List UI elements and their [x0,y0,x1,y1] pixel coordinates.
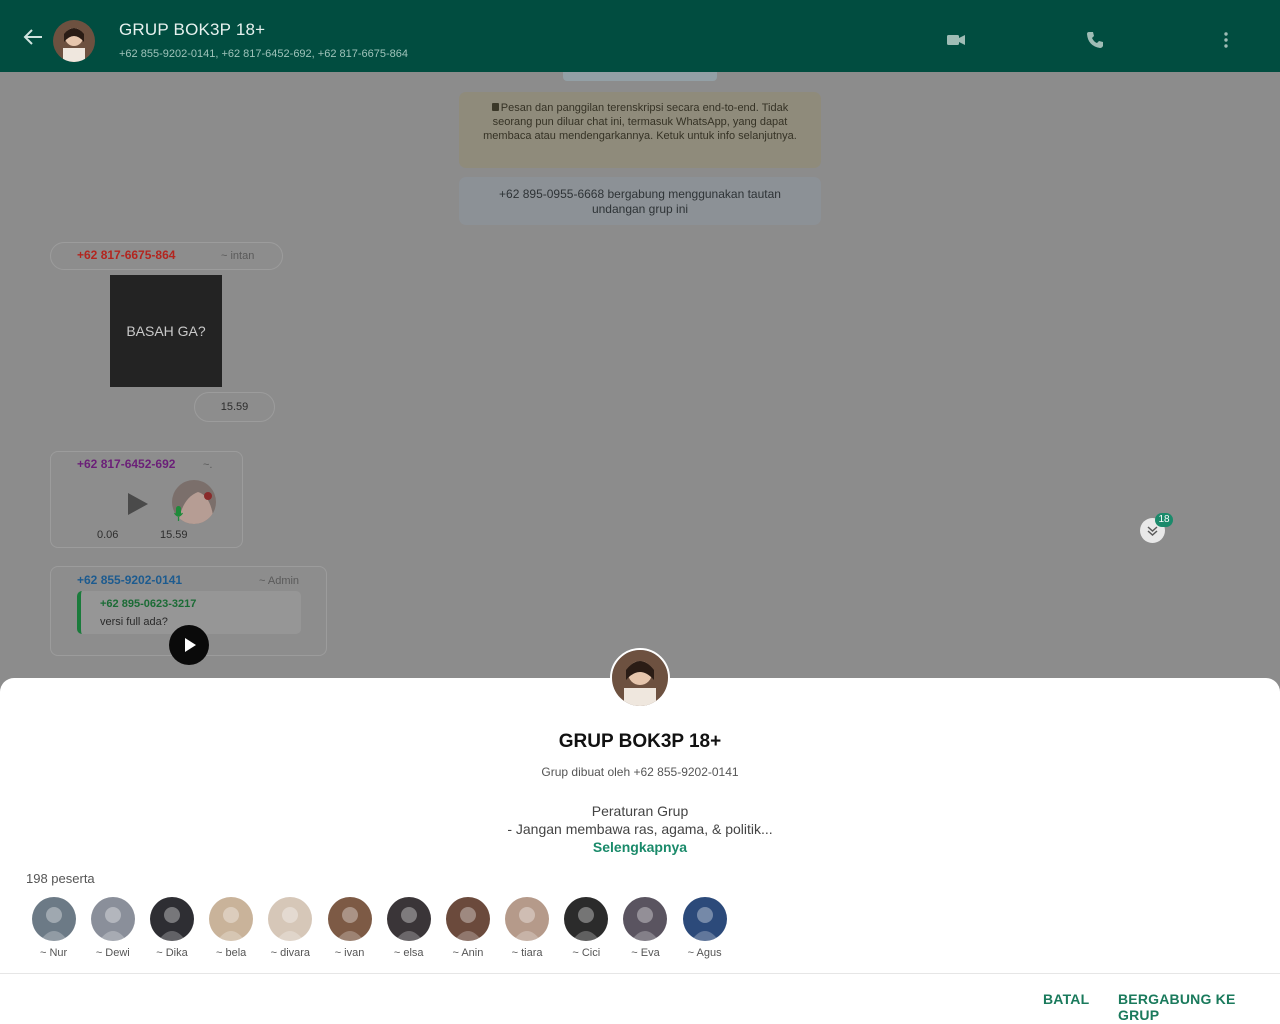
lock-icon [491,103,499,111]
group-avatar[interactable] [53,20,95,62]
member-item[interactable]: ~ Agus [675,897,734,959]
group-rules-text: - Jangan membawa ras, agama, & politik..… [507,821,773,837]
member-name: ~ Nur [39,947,68,959]
group-title[interactable]: GRUP BOK3P 18+ [119,20,265,40]
member-avatar [623,897,668,941]
play-video-button[interactable] [169,625,209,665]
read-more-label[interactable]: Selengkapnya [593,839,687,855]
member-name: ~ Dewi [95,947,130,959]
member-avatar [505,897,550,941]
cancel-button[interactable]: BATAL [1043,991,1089,1007]
member-name: ~ Dika [156,947,188,959]
member-avatar [209,897,254,941]
quoted-sender: +62 895-0623-3217 [100,598,197,610]
member-item[interactable]: ~ Nur [24,897,83,959]
member-avatar [564,897,609,941]
voice-call-icon[interactable] [1085,30,1105,50]
member-avatar [445,897,490,941]
member-name: ~ bela [216,947,247,959]
member-name: ~ Cici [572,947,601,959]
join-notice: +62 895-0955-6668 bergabung menggunakan … [459,177,821,225]
participant-count: 198 peserta [26,871,95,886]
member-avatar [268,897,313,941]
member-item[interactable]: ~ bela [202,897,261,959]
join-group-button[interactable]: BERGABUNG KE GRUP [1118,991,1280,1023]
message-sender-alias: ~ Admin [259,575,300,587]
member-item[interactable]: ~ elsa [379,897,438,959]
video-call-icon[interactable] [946,30,966,50]
member-avatar [149,897,194,941]
member-item[interactable]: ~ Eva [616,897,675,959]
member-avatar [682,897,727,941]
voice-duration: 0.06 [97,529,119,541]
sheet-group-title: GRUP BOK3P 18+ [558,731,722,752]
play-voice-button[interactable] [128,493,148,515]
member-avatar [90,897,135,941]
member-item[interactable]: ~ Anin [438,897,497,959]
chat-header: GRUP BOK3P 18+ +62 855-9202-0141, +62 81… [0,0,1280,72]
message-sender[interactable]: +62 817-6675-864 [77,248,175,262]
more-options-icon[interactable] [1216,30,1236,50]
member-item[interactable]: ~ tiara [498,897,557,959]
image-message-text: BASAH GA? [126,323,206,339]
member-item[interactable]: ~ divara [261,897,320,959]
back-arrow-icon[interactable] [22,28,44,46]
member-item[interactable]: ~ Dika [142,897,201,959]
group-rules-title: Peraturan Grup [591,803,689,819]
member-avatar [31,897,76,941]
member-name: ~ Agus [687,947,722,959]
member-list: ~ Nur ~ Dewi ~ Dika ~ bela ~ divara ~ ivan ~ e… [24,897,734,959]
member-item[interactable]: ~ ivan [320,897,379,959]
member-avatar [386,897,431,941]
message-sender[interactable]: +62 817-6452-692 [77,457,175,471]
message-sender-alias: ~ intan [221,250,255,262]
encryption-notice-text: Pesan dan panggilan terenskripsi secara … [483,102,797,142]
previous-message-stub [563,72,717,81]
group-created-by: Grup dibuat oleh +62 855-9202-0141 [541,765,739,779]
member-item[interactable]: ~ Cici [557,897,616,959]
message-time: 15.59 [160,529,188,541]
sheet-group-avatar [610,648,670,708]
member-avatar [327,897,372,941]
sheet-divider [0,973,1280,974]
unread-count-badge: 18 [1155,513,1173,527]
read-more-link[interactable]: Selengkapnya [0,839,1280,855]
member-item[interactable]: ~ Dewi [83,897,142,959]
member-name: ~ ivan [334,947,365,959]
quoted-text: versi full ada? [100,616,168,628]
group-members-preview: +62 855-9202-0141, +62 817-6452-692, +62… [119,48,408,60]
member-name: ~ Eva [631,947,660,959]
message-sender[interactable]: +62 855-9202-0141 [77,573,182,587]
message-time: 15.59 [194,392,275,422]
image-message[interactable]: BASAH GA? [110,275,222,387]
member-name: ~ divara [270,947,311,959]
microphone-icon [174,506,183,521]
member-name: ~ Anin [452,947,484,959]
member-name: ~ elsa [393,947,424,959]
message-sender-alias: ~. [203,459,213,471]
encryption-notice[interactable]: Pesan dan panggilan terenskripsi secara … [459,92,821,168]
member-name: ~ tiara [511,947,543,959]
